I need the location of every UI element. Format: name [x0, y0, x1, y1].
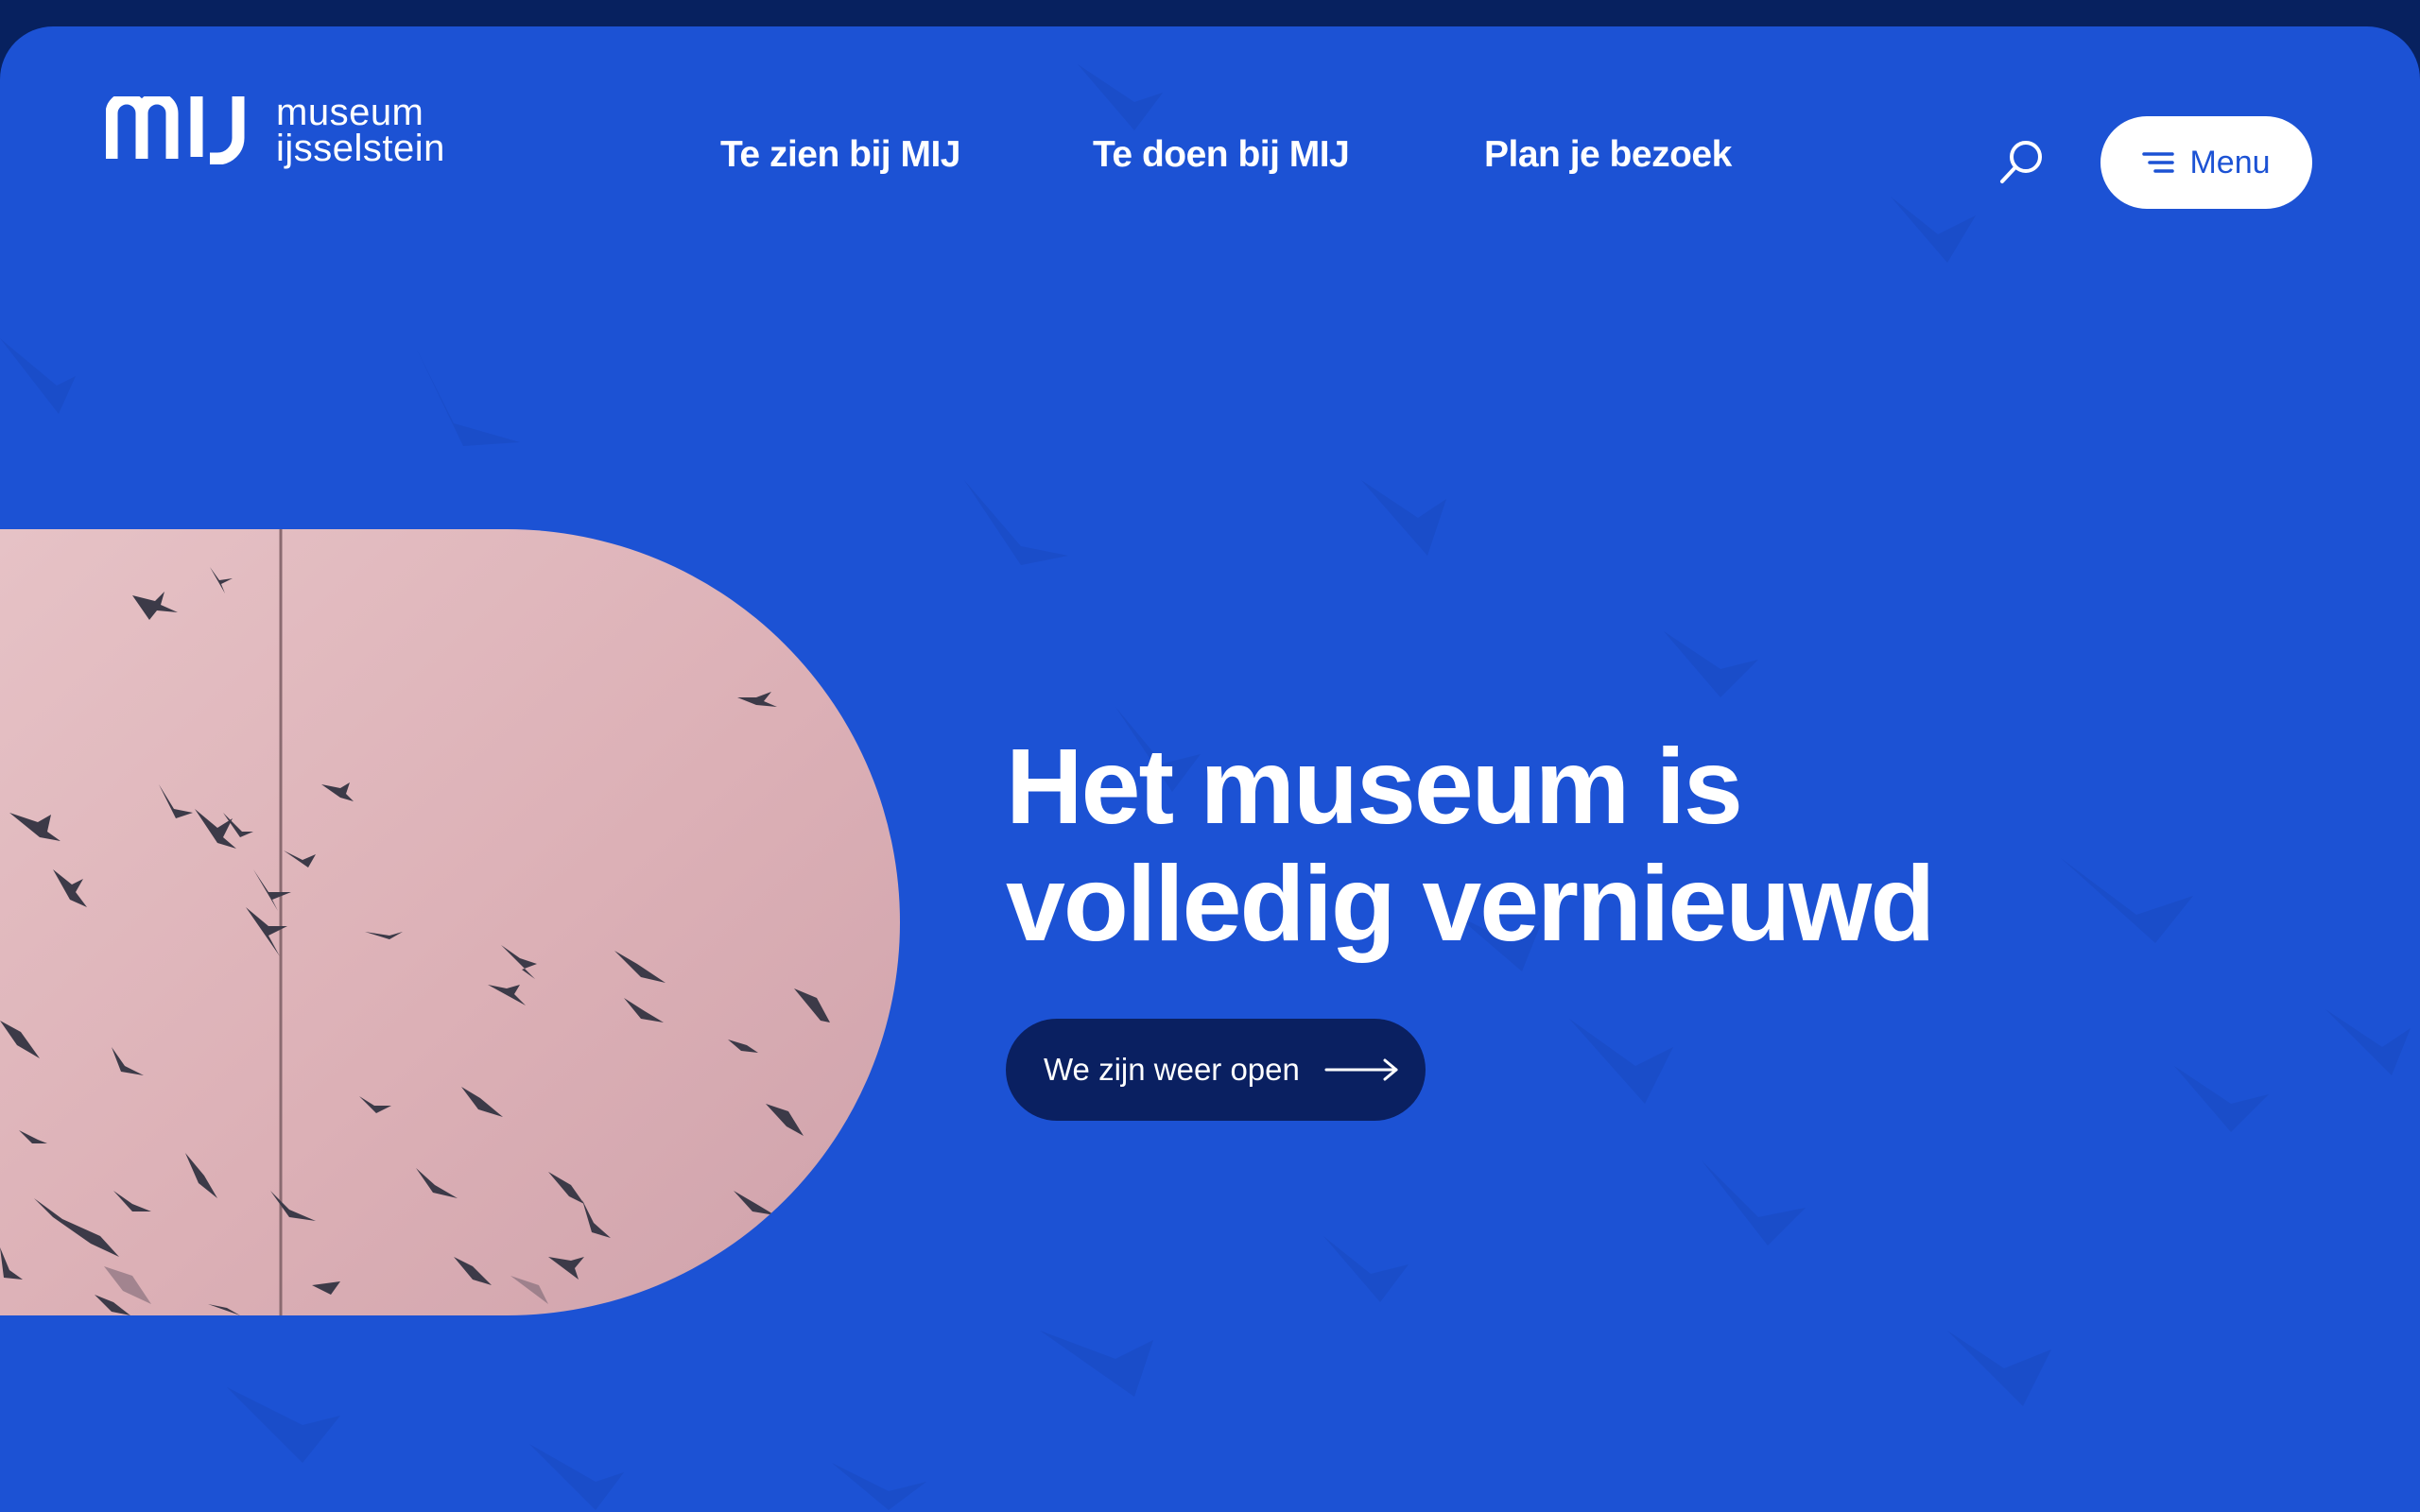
hero-image — [0, 529, 900, 1315]
hero-title-line-1: Het museum is — [1006, 727, 1743, 846]
menu-button[interactable]: Menu — [2100, 116, 2312, 209]
hero-title-line-2: volledig vernieuwd — [1006, 844, 1935, 963]
logo-line-1: museum — [276, 92, 424, 133]
nav-link-te-zien[interactable]: Te zien bij MIJ — [720, 134, 960, 176]
main-nav: Te zien bij MIJ Te doen bij MIJ Plan je … — [0, 134, 2420, 191]
search-icon[interactable] — [1998, 138, 2046, 185]
nav-link-te-doen[interactable]: Te doen bij MIJ — [1093, 134, 1350, 176]
hero-title: Het museum is volledig vernieuwd — [1006, 728, 2140, 962]
page: museum ijsselstein Te zien bij MIJ Te do… — [0, 26, 2420, 1512]
arrow-right-icon — [1324, 1058, 1398, 1081]
menu-lines-icon — [2142, 152, 2175, 173]
menu-label: Menu — [2189, 144, 2271, 180]
cta-button[interactable]: We zijn weer open — [1006, 1019, 1426, 1121]
nav-link-plan-je-bezoek[interactable]: Plan je bezoek — [1484, 134, 1732, 176]
cta-label: We zijn weer open — [1044, 1052, 1300, 1087]
